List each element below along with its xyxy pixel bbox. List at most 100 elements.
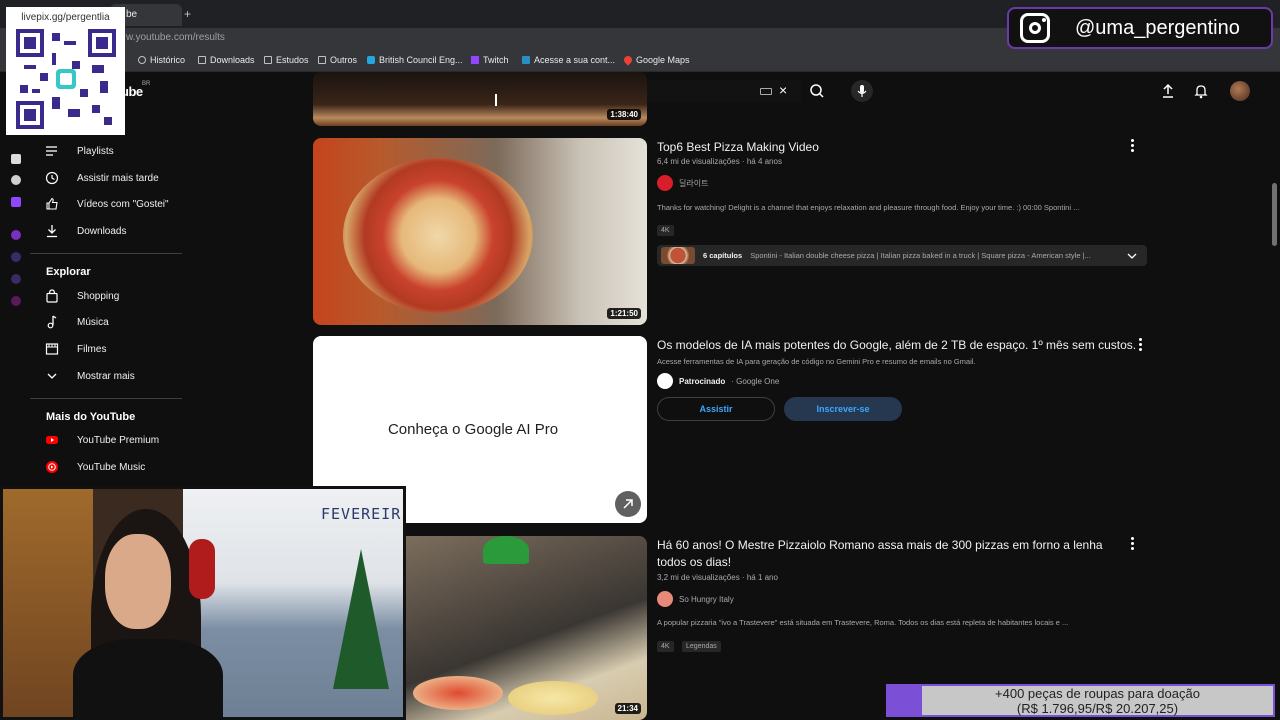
sidebar-item-shopping[interactable]: Shopping — [45, 286, 195, 306]
subscribe-button[interactable]: Inscrever-se — [784, 397, 902, 421]
donation-progress-fill — [888, 686, 923, 715]
instagram-icon — [1020, 13, 1050, 43]
url-text: w.youtube.com/results — [126, 32, 225, 43]
sidebar-item-music[interactable]: Música — [45, 312, 195, 332]
bookmark-downloads[interactable]: Downloads — [198, 55, 255, 65]
download-icon — [45, 224, 59, 238]
advertiser-avatar — [657, 373, 673, 389]
film-icon — [45, 342, 59, 356]
video-duration: 1:38:40 — [607, 109, 641, 120]
video-title[interactable]: Há 60 anos! O Mestre Pizzaiolo Romano as… — [657, 537, 1103, 571]
sidebar-item-label: Playlists — [77, 145, 114, 157]
chef-cap-image — [483, 536, 529, 564]
bookmark-estudos[interactable]: Estudos — [264, 55, 309, 65]
folder-icon — [198, 56, 206, 64]
sidebar-item-label: Mostrar mais — [77, 370, 135, 382]
bookmark-google-maps[interactable]: Google Maps — [622, 54, 690, 66]
sidebar-item-youtube-music[interactable]: YouTube Music — [45, 457, 195, 477]
sponsored-label: Patrocinado — [679, 376, 726, 386]
video-thumbnail[interactable]: 1:38:40 — [313, 72, 647, 126]
explore-heading: Explorar — [46, 266, 91, 278]
account-avatar[interactable] — [1230, 81, 1250, 101]
more-actions-icon[interactable] — [1131, 537, 1135, 551]
thumbnail-image — [313, 72, 647, 126]
sidebar-item-playlists[interactable]: Playlists — [45, 141, 195, 161]
bookmark-outros[interactable]: Outros — [318, 55, 357, 65]
sidebar-divider — [30, 398, 182, 399]
ad-description: Acesse ferramentas de IA para geração de… — [657, 357, 976, 366]
paypal-icon — [522, 56, 530, 64]
channel-link[interactable]: So Hungry Italy — [657, 591, 734, 607]
tab-title: be — [126, 9, 138, 20]
headset-image — [189, 539, 215, 599]
bookmark-acesse[interactable]: Acesse a sua cont... — [522, 55, 615, 65]
sidebar-item-label: Downloads — [77, 225, 127, 237]
video-title-line: Há 60 anos! O Mestre Pizzaiolo Romano as… — [657, 538, 1103, 552]
search-button[interactable] — [803, 80, 831, 102]
face-image — [105, 534, 171, 629]
qr-code-icon — [16, 29, 116, 129]
ad-title[interactable]: Os modelos de IA mais potentes do Google… — [657, 337, 1136, 354]
video-duration: 1:21:50 — [607, 308, 641, 319]
quality-badge: 4K — [657, 641, 674, 652]
watch-button[interactable]: Assistir — [657, 397, 775, 421]
scrollbar-thumb[interactable] — [1272, 183, 1277, 246]
british-council-icon — [367, 56, 375, 64]
sidebar-item-youtube-premium[interactable]: YouTube Premium — [45, 430, 195, 450]
clock-icon — [45, 171, 59, 185]
open-link-button[interactable] — [615, 491, 641, 517]
twitch-icon[interactable] — [11, 197, 21, 207]
bookmark-twitch[interactable]: Twitch — [471, 55, 509, 65]
christmas-tree-image — [333, 549, 389, 689]
video-thumbnail[interactable]: 1:21:50 — [313, 138, 647, 325]
shirt-image — [73, 639, 223, 717]
rail-icon[interactable] — [11, 230, 21, 240]
instagram-handle: @uma_pergentino — [1075, 17, 1240, 39]
clear-search-icon[interactable]: × — [779, 83, 787, 97]
more-actions-icon[interactable] — [1139, 338, 1143, 352]
new-tab-button[interactable]: + — [184, 7, 191, 21]
rail-icon[interactable] — [11, 296, 21, 306]
twitch-icon — [471, 56, 479, 64]
sidebar-item-movies[interactable]: Filmes — [45, 339, 195, 359]
keyboard-icon[interactable] — [760, 88, 772, 95]
video-badges: 4K Legendas — [657, 635, 725, 653]
upload-icon — [1163, 83, 1173, 98]
video-title[interactable]: Top6 Best Pizza Making Video — [657, 139, 819, 156]
calendar-sign: FEVEREIR — [321, 505, 402, 523]
openai-icon[interactable] — [11, 175, 21, 185]
sidebar-item-label: Música — [77, 316, 109, 328]
pizza-image — [343, 158, 533, 313]
advertiser-link[interactable]: Patrocinado · Google One — [657, 373, 779, 389]
voice-search-button[interactable] — [851, 80, 873, 102]
qr-title: livepix.gg/pergentlia — [21, 12, 110, 23]
channel-link[interactable]: 딜라이트 — [657, 175, 708, 191]
video-meta: 3,2 mi de visualizações · há 1 ano — [657, 573, 778, 582]
more-actions-icon[interactable] — [1131, 139, 1135, 153]
search-icon — [810, 84, 824, 98]
text-cursor — [495, 94, 497, 106]
rail-icon[interactable] — [11, 252, 21, 262]
sidebar-item-liked-videos[interactable]: Vídeos com "Gostei" — [45, 194, 195, 214]
upload-button[interactable] — [1159, 82, 1177, 100]
sidebar-item-label: Shopping — [77, 290, 120, 302]
webcam-overlay: FEVEREIR — [0, 486, 406, 720]
bookmark-british-council[interactable]: British Council Eng... — [367, 55, 463, 65]
bookmark-historico[interactable]: Histórico — [138, 55, 185, 65]
pizza-image — [413, 676, 503, 710]
notifications-button[interactable] — [1192, 82, 1210, 100]
sidebar-item-watch-later[interactable]: Assistir mais tarde — [45, 168, 195, 188]
sidebar-item-label: Assistir mais tarde — [77, 172, 159, 184]
chapters-row[interactable]: 6 capítulos Spontini - Italian double ch… — [657, 245, 1147, 266]
sidebar-item-downloads[interactable]: Downloads — [45, 221, 195, 241]
rail-icon[interactable] — [11, 154, 21, 164]
thumb-up-icon — [45, 197, 59, 211]
chapters-count: 6 capítulos — [703, 251, 743, 260]
rail-icon[interactable] — [11, 274, 21, 284]
microphone-icon — [857, 85, 867, 97]
youtube-premium-icon — [45, 433, 59, 447]
sidebar-show-more[interactable]: Mostrar mais — [45, 366, 195, 386]
folder-icon — [318, 56, 326, 64]
region-label: BR — [142, 81, 151, 87]
video-description: Thanks for watching! Delight is a channe… — [657, 203, 1080, 212]
